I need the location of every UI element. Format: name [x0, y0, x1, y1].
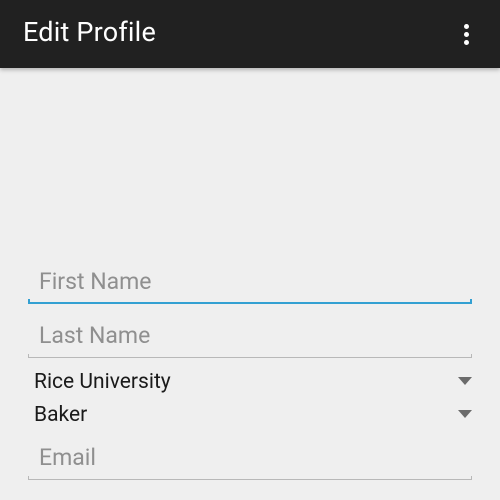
dropdown-arrow-icon [458, 377, 472, 385]
email-input[interactable] [28, 442, 472, 474]
university-spinner[interactable]: Rice University [34, 367, 474, 397]
app-bar: Edit Profile [0, 0, 500, 68]
college-spinner-value: Baker [34, 403, 88, 427]
more-vert-icon [463, 23, 469, 29]
page-title: Edit Profile [23, 16, 156, 48]
more-vert-icon-dot [463, 39, 469, 45]
last-name-field[interactable] [28, 320, 472, 358]
more-vert-icon-dot [463, 31, 469, 37]
email-underline [28, 476, 472, 480]
email-field[interactable] [28, 442, 472, 480]
first-name-field[interactable] [28, 266, 472, 304]
first-name-underline [28, 299, 472, 304]
dropdown-arrow-icon [458, 410, 472, 418]
college-spinner[interactable]: Baker [34, 400, 474, 430]
last-name-input[interactable] [28, 320, 472, 352]
overflow-menu-button[interactable] [454, 16, 478, 52]
first-name-input[interactable] [28, 266, 472, 298]
last-name-underline [28, 354, 472, 358]
university-spinner-value: Rice University [34, 370, 171, 394]
